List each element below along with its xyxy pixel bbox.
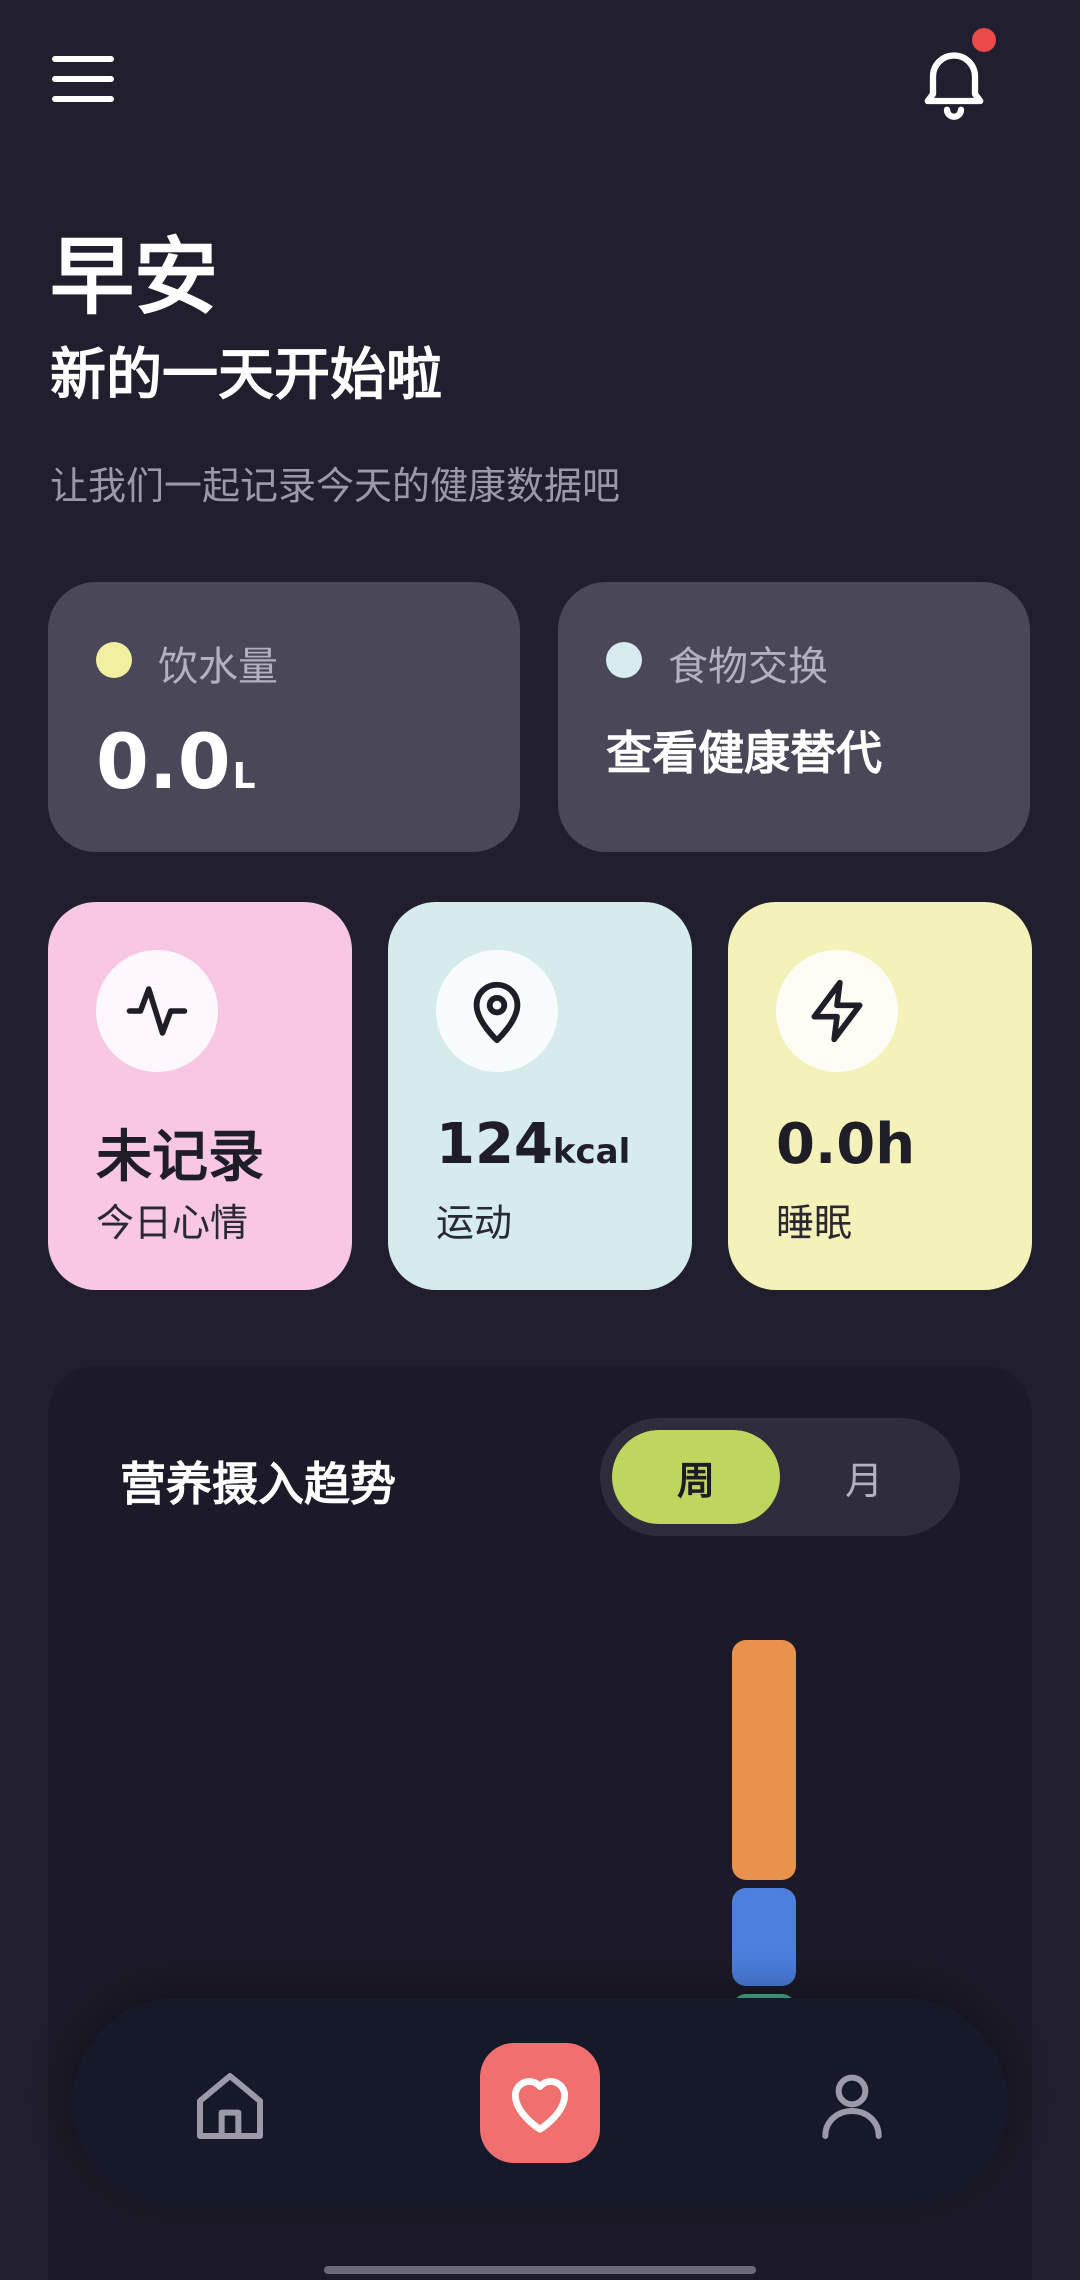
greeting-description: 让我们一起记录今天的健康数据吧 (50, 464, 621, 508)
water-value: 0.0L (96, 717, 256, 806)
water-dot (96, 642, 132, 678)
hamburger-menu-icon[interactable] (52, 56, 114, 102)
sleep-value: 0.0h (776, 1112, 916, 1177)
period-toggle: 周 月 (600, 1418, 960, 1536)
food-dot (606, 642, 642, 678)
sleep-card[interactable]: 0.0h 睡眠 (728, 902, 1032, 1290)
lightning-bolt-icon (776, 950, 898, 1072)
trend-title: 营养摄入趋势 (120, 1457, 396, 1511)
water-unit: L (232, 756, 256, 797)
heart-icon[interactable] (480, 2043, 600, 2163)
greeting-title: 早安 (50, 228, 219, 326)
food-label: 食物交换 (668, 644, 828, 690)
sport-unit: kcal (552, 1132, 631, 1172)
sport-card[interactable]: 124kcal 运动 (388, 902, 692, 1290)
tab-month[interactable]: 月 (780, 1430, 948, 1524)
user-icon[interactable] (812, 2066, 892, 2146)
home-indicator (324, 2266, 756, 2274)
water-label: 饮水量 (158, 644, 278, 690)
bottom-navigation (72, 1998, 1008, 2208)
tab-week[interactable]: 周 (612, 1430, 780, 1524)
greeting-subtitle: 新的一天开始啦 (50, 343, 442, 408)
sleep-label: 睡眠 (776, 1201, 853, 1245)
mood-label: 今日心情 (96, 1201, 249, 1245)
mood-card[interactable]: 未记录 今日心情 (48, 902, 352, 1290)
notification-dot (972, 28, 996, 52)
food-exchange-card[interactable]: 食物交换 查看健康替代 (558, 582, 1030, 852)
sport-label: 运动 (436, 1201, 513, 1245)
map-pin-icon (436, 950, 558, 1072)
home-icon[interactable] (190, 2066, 270, 2146)
app-screen: 早安 新的一天开始啦 让我们一起记录今天的健康数据吧 饮水量 0.0L 食物交换… (0, 0, 1080, 2280)
sport-value: 124kcal (436, 1112, 631, 1177)
trend-bar-segment-orange (732, 1640, 796, 1880)
activity-pulse-icon (96, 950, 218, 1072)
food-value: 查看健康替代 (606, 726, 882, 780)
water-intake-card[interactable]: 饮水量 0.0L (48, 582, 520, 852)
mood-value: 未记录 (96, 1125, 264, 1190)
trend-bar-segment-blue (732, 1888, 796, 1986)
